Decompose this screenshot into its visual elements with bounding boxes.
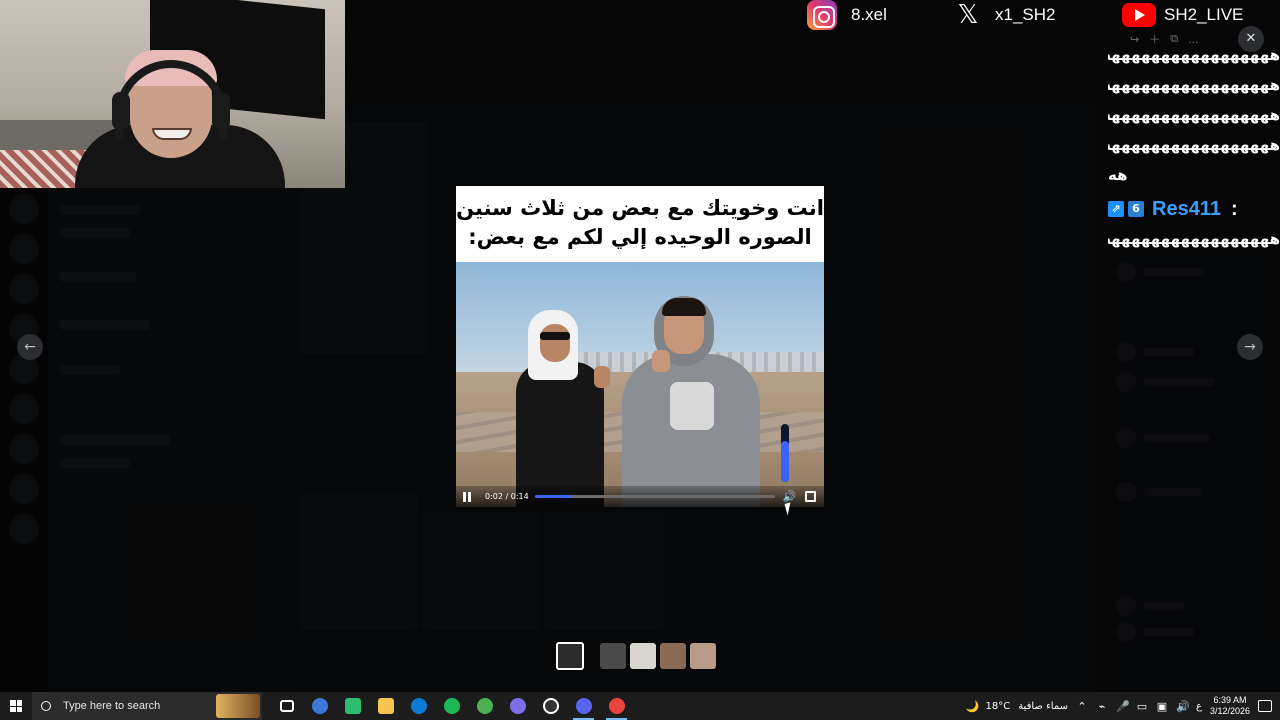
windows-logo-icon (10, 700, 22, 712)
thumbnail[interactable] (690, 643, 716, 669)
instagram-handle: 8.xel (807, 0, 887, 30)
thumbnail[interactable] (600, 643, 626, 669)
x-logo-icon: 𝕏 (957, 0, 979, 30)
notification-icon[interactable] (1258, 700, 1272, 712)
youtube-handle: SH2_LIVE (1122, 0, 1243, 30)
hoodie-graphic (670, 382, 714, 430)
search-highlight-image[interactable] (216, 694, 260, 718)
usb-icon[interactable]: ⌁ (1096, 700, 1108, 713)
chat-message: هه (1108, 166, 1129, 184)
pinned-apps (270, 692, 633, 720)
thumbs-up-hand (652, 350, 670, 372)
system-tray: 🌙 18°C سماء صافية ⌃ ⌁ 🎤 ▭ ▣ 🔊 ع 6:39 AM … (965, 692, 1280, 720)
task-view-icon[interactable] (270, 692, 303, 720)
chat-app-icon[interactable] (501, 692, 534, 720)
weather-text[interactable]: سماء صافية (1018, 701, 1068, 712)
media-thumbnail-strip (556, 642, 716, 670)
input-language[interactable]: ع (1196, 701, 1202, 712)
microphone-icon[interactable]: 🎤 (1116, 700, 1130, 713)
progress-fill (534, 495, 571, 498)
google-play-icon[interactable] (336, 692, 369, 720)
chat-author: ⇗ 6 Res411 : (1108, 194, 1280, 224)
file-explorer-icon[interactable] (369, 692, 402, 720)
chat-message: هههههههههههههههههه (1108, 46, 1280, 64)
volume-slider[interactable] (781, 424, 789, 482)
temperature[interactable]: 18°C (985, 701, 1010, 712)
webcam-feed (0, 0, 345, 188)
video-player[interactable]: انت وخويتك مع بعض من ثلاث سنين الصوره ال… (456, 186, 824, 507)
copilot-icon[interactable] (303, 692, 336, 720)
chat-message: هههههههههههههههههه (1108, 106, 1280, 124)
sunglasses (540, 332, 570, 340)
chrome-icon[interactable] (600, 692, 633, 720)
thumbnail-current[interactable] (556, 642, 584, 670)
video-frame (456, 262, 824, 507)
next-media-button[interactable]: → (1237, 334, 1263, 360)
video-caption: انت وخويتك مع بعض من ثلاث سنين الصوره ال… (456, 186, 824, 262)
edge-icon[interactable] (402, 692, 435, 720)
chat-message: هههههههههههههههههه (1108, 76, 1280, 94)
volume-level (781, 441, 789, 482)
sub-badge-icon: 6 (1128, 201, 1144, 217)
clock[interactable]: 6:39 AM 3/12/2026 (1210, 695, 1250, 717)
youtube-icon (1122, 3, 1156, 27)
person-right (622, 354, 760, 507)
chat-message: هههههههههههههههههه (1108, 230, 1280, 248)
chat-message: هههههههههههههههههه (1108, 136, 1280, 154)
previous-media-button[interactable]: ← (17, 334, 43, 360)
network-icon[interactable]: ▣ (1156, 700, 1168, 713)
thumbnail[interactable] (660, 643, 686, 669)
xbox-icon[interactable] (468, 692, 501, 720)
windows-taskbar: Type here to search 🌙 18°C سماء صافية ⌃ … (0, 692, 1280, 720)
fullscreen-icon[interactable] (804, 491, 816, 502)
display-icon[interactable]: ▭ (1136, 700, 1148, 713)
video-time: 0:02 / 0:14 (485, 492, 529, 501)
taskbar-search[interactable]: Type here to search (32, 692, 262, 720)
chat-username[interactable]: Res411 (1152, 198, 1221, 221)
thumbnail[interactable] (630, 643, 656, 669)
instagram-icon (807, 0, 837, 30)
video-controls: 0:02 / 0:14 🔊 (456, 486, 824, 507)
pause-icon[interactable] (462, 491, 472, 502)
chevron-up-icon[interactable]: ⌃ (1076, 700, 1088, 713)
spotify-icon[interactable] (435, 692, 468, 720)
start-button[interactable] (0, 692, 32, 720)
progress-bar[interactable] (534, 495, 775, 498)
moon-weather-icon[interactable]: 🌙 (965, 700, 979, 713)
volume-icon[interactable]: 🔊 (783, 490, 797, 503)
x-handle: 𝕏 x1_SH2 (955, 0, 1056, 30)
search-icon (41, 701, 51, 711)
discord-icon[interactable] (567, 692, 600, 720)
stream-chat: هههههههههههههههههه هههههههههههههههههه هه… (1108, 40, 1280, 254)
obs-icon[interactable] (534, 692, 567, 720)
peace-sign-hand (594, 366, 610, 388)
prime-badge-icon: ⇗ (1108, 201, 1124, 217)
speaker-icon[interactable]: 🔊 (1176, 700, 1190, 713)
